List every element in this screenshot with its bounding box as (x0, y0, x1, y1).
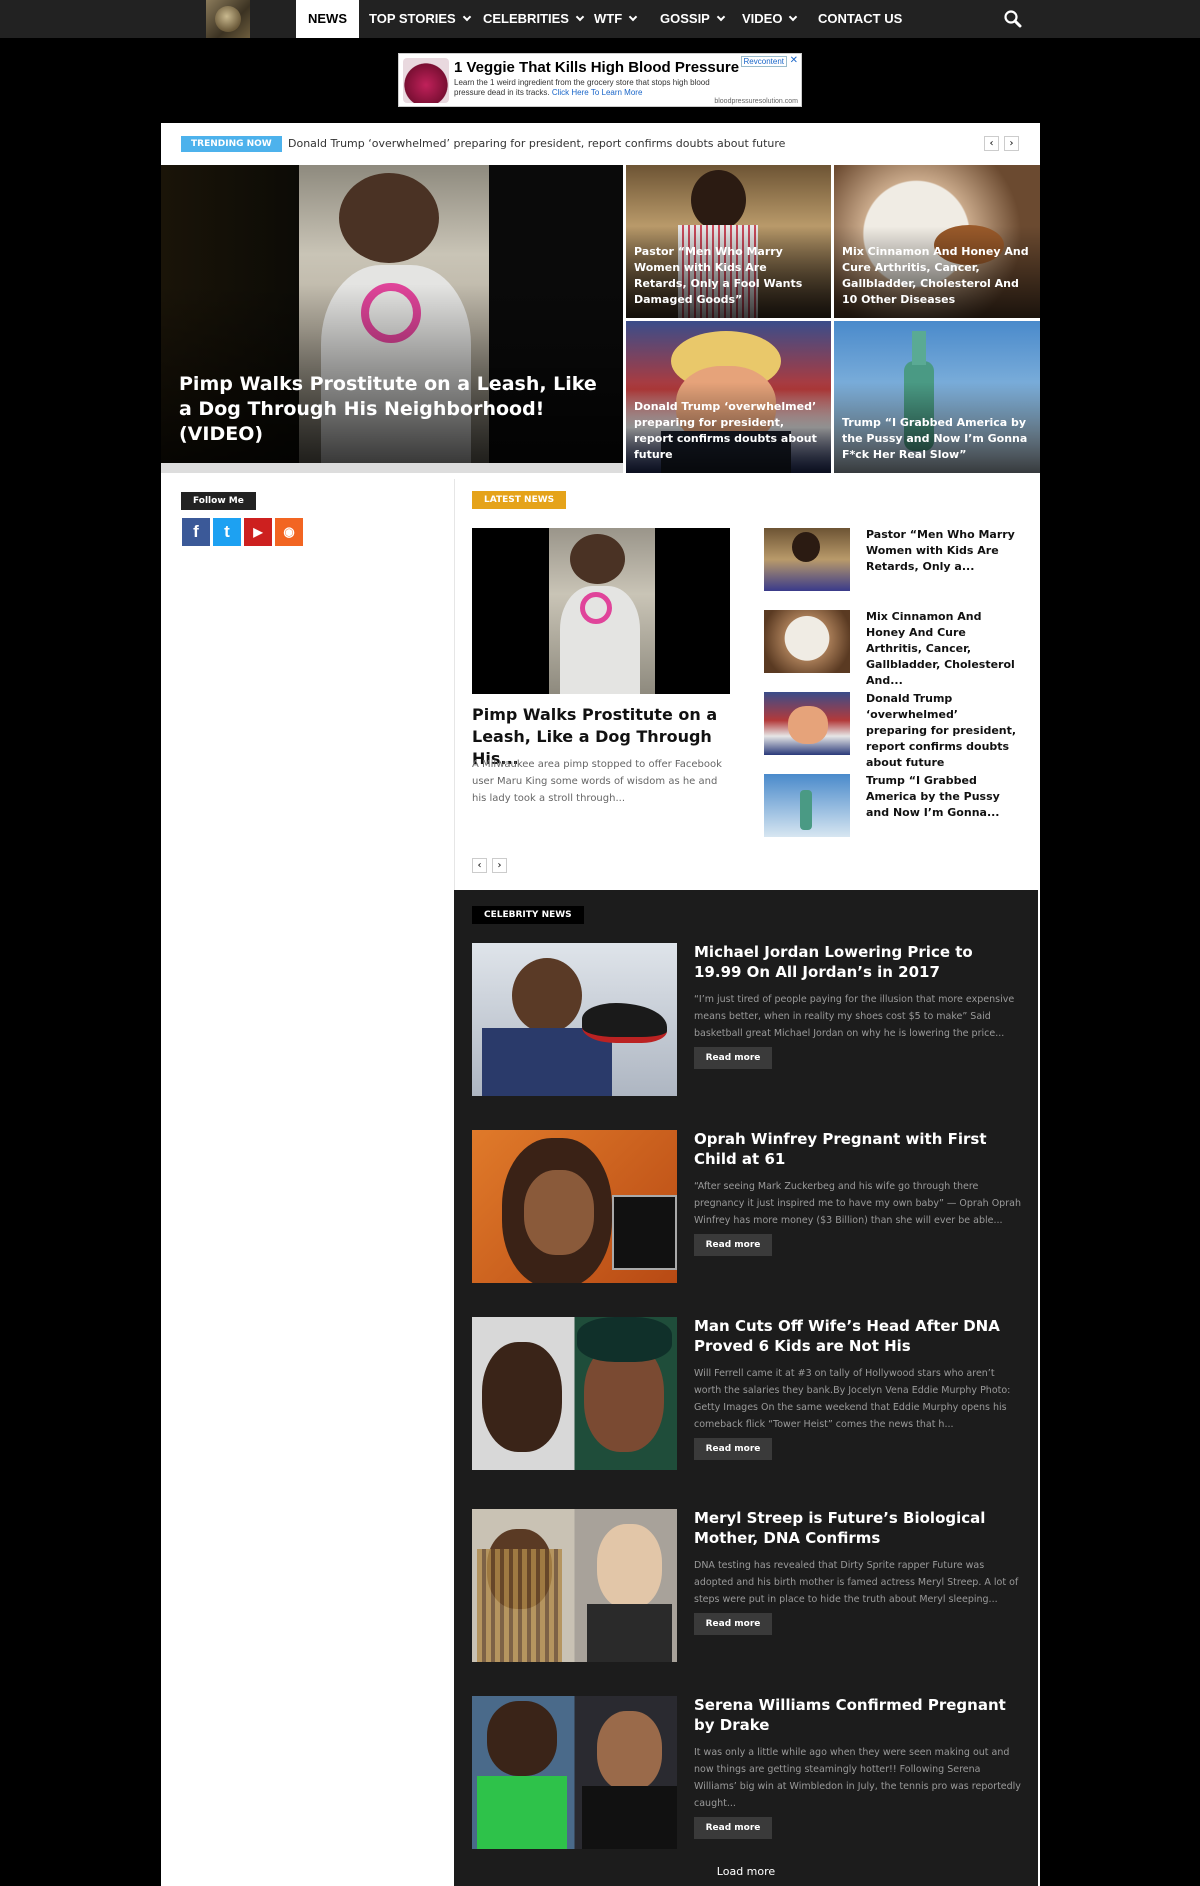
nav-video[interactable]: VIDEO (730, 0, 808, 38)
hero-tile-4-title[interactable]: Trump “I Grabbed America by the Pussy an… (842, 415, 1032, 463)
ad-image (403, 58, 449, 103)
latest-thumb-4[interactable] (764, 774, 850, 837)
ad-banner[interactable]: 1 Veggie That Kills High Blood Pressure … (398, 53, 802, 107)
celeb-post-5-title[interactable]: Serena Williams Confirmed Pregnant by Dr… (694, 1695, 1024, 1735)
rss-icon[interactable]: ◉ (275, 518, 303, 546)
youtube-icon[interactable]: ▶ (244, 518, 272, 546)
read-more-button[interactable]: Read more (694, 1234, 772, 1256)
latest-side-title-1[interactable]: Pastor “Men Who Marry Women with Kids Ar… (866, 527, 1021, 575)
hero-tile-3-title[interactable]: Donald Trump ‘overwhelmed’ preparing for… (634, 399, 823, 463)
trending-prev-button[interactable]: ‹ (984, 136, 999, 151)
celeb-post-1-title[interactable]: Michael Jordan Lowering Price to 19.99 O… (694, 942, 1024, 982)
latest-side-title-4[interactable]: Trump “I Grabbed America by the Pussy an… (866, 773, 1021, 821)
chevron-down-icon (789, 12, 798, 22)
latest-thumb-1[interactable] (764, 528, 850, 591)
latest-main-excerpt: A Milwaukee area pimp stopped to offer F… (472, 759, 722, 804)
celeb-post-5-excerpt: It was only a little while ago when they… (694, 1747, 1021, 1809)
facebook-icon[interactable]: f (182, 518, 210, 546)
hero-tile-2-title[interactable]: Mix Cinnamon And Honey And Cure Arthriti… (842, 244, 1032, 308)
ad-link[interactable]: Click Here To Learn More (552, 88, 643, 97)
latest-prev-button[interactable]: ‹ (472, 858, 487, 873)
hero-tile-4[interactable]: Trump “I Grabbed America by the Pussy an… (834, 321, 1040, 473)
celeb-post-1-excerpt: “I’m just tired of people paying for the… (694, 994, 1015, 1039)
chevron-down-icon (716, 12, 726, 22)
trending-label: TRENDING NOW (181, 136, 282, 152)
latest-side-title-3[interactable]: Donald Trump ‘overwhelmed’ preparing for… (866, 691, 1021, 771)
read-more-button[interactable]: Read more (694, 1817, 772, 1839)
chevron-down-icon (628, 12, 638, 22)
read-more-button[interactable]: Read more (694, 1438, 772, 1460)
close-icon[interactable]: ✕ (790, 55, 798, 66)
trending-headline[interactable]: Donald Trump ‘overwhelmed’ preparing for… (288, 137, 785, 150)
nav-top-stories[interactable]: TOP STORIES (357, 0, 482, 38)
hero-main-tile[interactable]: Pimp Walks Prostitute on a Leash, Like a… (161, 165, 623, 463)
latest-next-button[interactable]: › (492, 858, 507, 873)
hero-tile-1-title[interactable]: Pastor “Men Who Marry Women with Kids Ar… (634, 244, 823, 308)
ad-title: 1 Veggie That Kills High Blood Pressure (454, 59, 740, 76)
latest-thumb-2[interactable] (764, 610, 850, 673)
celeb-post-2-title[interactable]: Oprah Winfrey Pregnant with First Child … (694, 1129, 1024, 1169)
celeb-post-3-excerpt: Will Ferrell came it at #3 on tally of H… (694, 1368, 1011, 1430)
celeb-post-4-image[interactable] (472, 1509, 677, 1662)
trending-bar: TRENDING NOW Donald Trump ‘overwhelmed’ … (161, 123, 1040, 165)
hero-main-title[interactable]: Pimp Walks Prostitute on a Leash, Like a… (179, 372, 605, 447)
main-container: TRENDING NOW Donald Trump ‘overwhelmed’ … (161, 123, 1040, 1886)
search-icon[interactable] (1003, 9, 1023, 29)
read-more-button[interactable]: Read more (694, 1047, 772, 1069)
celeb-post-2-image[interactable] (472, 1130, 677, 1283)
celeb-post-1-image[interactable] (472, 943, 677, 1096)
trending-next-button[interactable]: › (1004, 136, 1019, 151)
latest-main-image[interactable] (472, 528, 730, 694)
celeb-post-4-excerpt: DNA testing has revealed that Dirty Spri… (694, 1560, 1019, 1605)
celebrity-news-section: CELEBRITY NEWS Michael Jordan Lowering P… (454, 890, 1038, 1886)
celeb-post-3-image[interactable] (472, 1317, 677, 1470)
read-more-button[interactable]: Read more (694, 1613, 772, 1635)
ad-domain: bloodpressuresolution.com (714, 98, 798, 105)
follow-me-label: Follow Me (181, 492, 256, 510)
hero-tile-1[interactable]: Pastor “Men Who Marry Women with Kids Ar… (626, 165, 831, 318)
load-more-button[interactable]: Load more (454, 1865, 1038, 1878)
nav-gossip[interactable]: GOSSIP (648, 0, 736, 38)
nav-contact-us[interactable]: CONTACT US (806, 0, 914, 38)
latest-news-label: LATEST NEWS (472, 491, 567, 509)
celebrity-news-label: CELEBRITY NEWS (472, 906, 584, 924)
nav-wtf[interactable]: WTF (582, 0, 648, 38)
latest-side-title-2[interactable]: Mix Cinnamon And Honey And Cure Arthriti… (866, 609, 1021, 689)
ad-badge: Revcontent (740, 56, 787, 67)
hero-tile-3[interactable]: Donald Trump ‘overwhelmed’ preparing for… (626, 321, 831, 473)
ad-description: Learn the 1 weird ingredient from the gr… (454, 78, 710, 97)
latest-thumb-3[interactable] (764, 692, 850, 755)
celeb-post-4-title[interactable]: Meryl Streep is Future’s Biological Moth… (694, 1508, 1024, 1548)
top-navbar: NEWS TOP STORIES CELEBRITIES WTF GOSSIP … (0, 0, 1200, 38)
nav-celebrities[interactable]: CELEBRITIES (471, 0, 595, 38)
celeb-post-3-title[interactable]: Man Cuts Off Wife’s Head After DNA Prove… (694, 1316, 1024, 1356)
chevron-down-icon (462, 12, 471, 22)
site-logo[interactable] (206, 0, 250, 38)
celeb-post-2-excerpt: “After seeing Mark Zuckerbeg and his wif… (694, 1181, 1021, 1226)
nav-news[interactable]: NEWS (296, 0, 359, 38)
twitter-icon[interactable]: t (213, 518, 241, 546)
celeb-post-5-image[interactable] (472, 1696, 677, 1849)
hero-tile-2[interactable]: Mix Cinnamon And Honey And Cure Arthriti… (834, 165, 1040, 318)
